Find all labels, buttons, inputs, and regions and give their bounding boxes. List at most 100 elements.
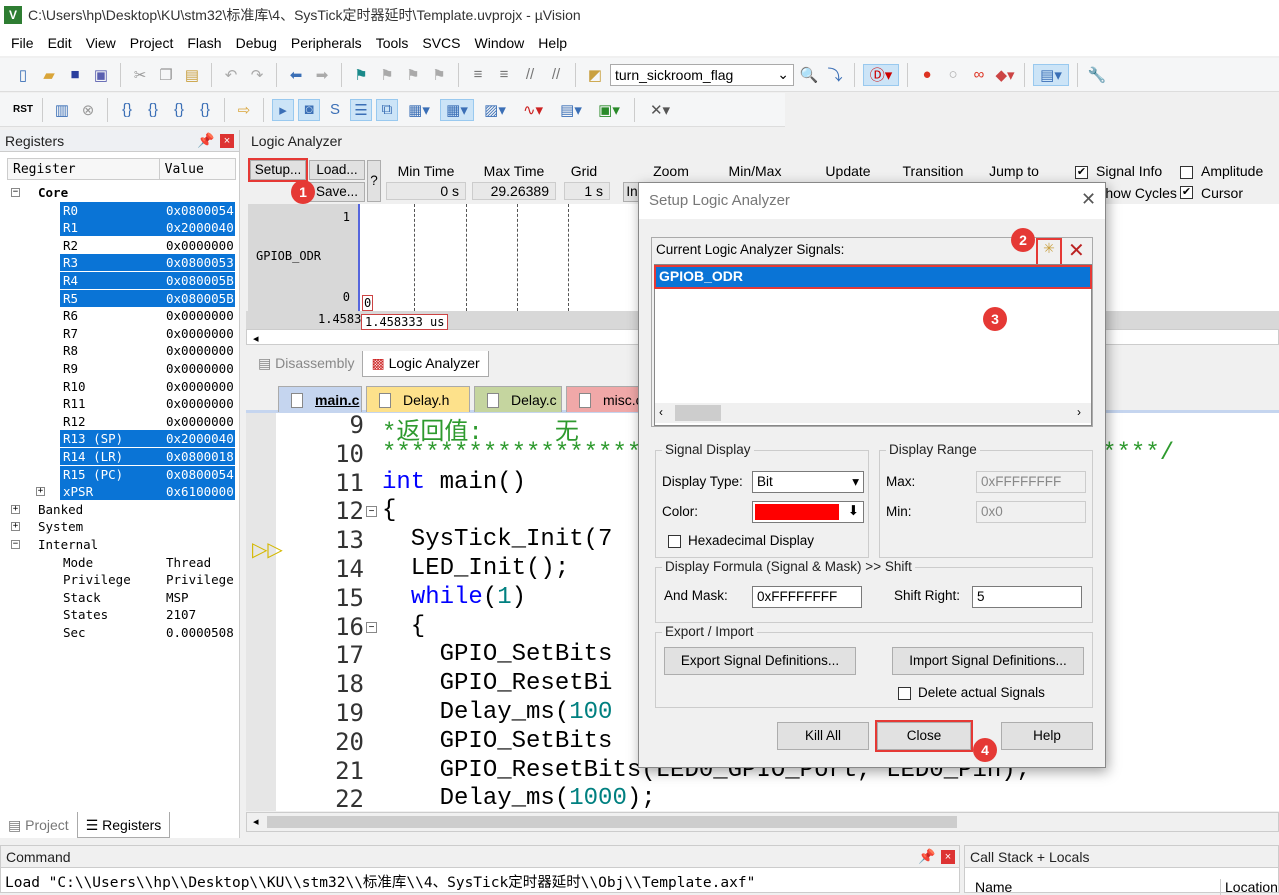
disable-breakpoint-icon[interactable]: ○ [942,64,964,86]
menu-flash[interactable]: Flash [180,35,228,51]
new-file-icon[interactable]: ▯ [12,64,34,86]
redo-icon[interactable]: ↷ [246,64,268,86]
register-row[interactable]: R10 0x0000000 [0,378,235,395]
breakpoint-icon[interactable]: ● [916,64,938,86]
menu-debug[interactable]: Debug [229,35,284,51]
cursor-checkbox[interactable]: ✔ [1180,186,1193,199]
watch-windows-icon[interactable]: ▦▾ [402,99,436,121]
register-value[interactable]: 0x0000000 [166,360,234,377]
register-value[interactable]: 0x6100000 [166,483,234,500]
scroll-right-icon[interactable]: › [1077,405,1081,419]
command-window-icon[interactable]: ▸ [272,98,294,121]
save-all-icon[interactable]: ▣ [90,64,112,86]
debug-session-icon[interactable]: Ⓓ▾ [863,63,899,86]
color-picker[interactable]: ⬇ [752,501,864,523]
scroll-thumb[interactable] [267,816,957,828]
tree-node-core[interactable]: Core [0,184,235,201]
scroll-left-icon[interactable]: ◂ [247,333,259,345]
setup-button[interactable]: Setup... [248,158,308,182]
register-value[interactable]: 0x2000040 [166,430,234,447]
code-line[interactable]: LED_Init(); [382,555,569,582]
help-button[interactable]: Help [1001,722,1093,750]
help-button[interactable]: ? [367,160,381,202]
configure-icon[interactable]: 🔧 [1086,64,1108,86]
command-output[interactable]: Load "C:\\Users\\hp\\Desktop\\KU\\stm32\… [1,868,959,895]
column-register[interactable]: Register [8,159,160,179]
signals-horizontal-scrollbar[interactable]: ‹ › [655,403,1091,423]
fold-icon[interactable]: − [366,506,377,518]
comment-icon[interactable]: // [519,64,541,86]
code-line[interactable]: SysTick_Init(7 [382,526,613,553]
tab-project[interactable]: ▤ Project [0,812,77,838]
tab-logic-analyzer[interactable]: ▩ Logic Analyzer [362,351,489,377]
prev-bookmark-icon[interactable]: ⚑ [376,64,398,86]
register-value[interactable]: 0x080005B [166,272,234,289]
register-row[interactable]: R4 0x080005B [0,272,235,289]
code-line[interactable]: GPIO_SetBits [382,728,613,755]
register-row[interactable]: R2 0x0000000 [0,237,235,254]
register-value[interactable]: 0x0000000 [166,378,234,395]
reset-icon[interactable]: RST [12,99,34,121]
register-value[interactable]: 0x0000000 [166,307,234,324]
run-to-cursor-icon[interactable]: {} [194,99,216,121]
signal-item[interactable]: GPIOB_ODR [654,265,1092,289]
menu-project[interactable]: Project [123,35,181,51]
paste-icon[interactable]: ▤ [181,64,203,86]
registers-window-icon[interactable]: ☰ [350,98,372,121]
open-icon[interactable]: ▰ [38,64,60,86]
code-line[interactable]: { [382,497,396,524]
fold-icon[interactable]: − [366,621,377,633]
register-row[interactable]: R15 (PC) 0x0800054 [0,465,235,483]
menu-svcs[interactable]: SVCS [415,35,467,51]
register-row[interactable]: R5 0x080005B [0,289,235,307]
menu-edit[interactable]: Edit [41,35,79,51]
code-line[interactable]: Delay_ms(1000); [382,785,656,812]
menu-file[interactable]: File [4,35,41,51]
kill-all-button[interactable]: Kill All [777,722,869,750]
register-value[interactable]: 0x0000000 [166,325,234,342]
window-layout-icon[interactable]: ▤▾ [1033,63,1069,86]
load-button[interactable]: Load... [309,160,365,180]
register-row[interactable]: R6 0x0000000 [0,307,235,324]
display-type-select[interactable]: Bit ▾ [752,471,864,493]
register-row[interactable]: R3 0x0800053 [0,254,235,272]
signal-info-checkbox[interactable]: ✔ [1075,166,1088,179]
register-row[interactable]: R1 0x2000040 [0,219,235,237]
min-field[interactable]: 0x0 [976,501,1086,523]
code-line[interactable]: while(1) [382,584,526,611]
register-value[interactable]: 0x0800054 [166,202,234,219]
unindent-icon[interactable]: ≡ [493,64,515,86]
register-row[interactable]: R14 (LR) 0x0800018 [0,448,235,465]
max-field[interactable]: 0xFFFFFFFF [976,471,1086,493]
next-bookmark-icon[interactable]: ⚑ [402,64,424,86]
close-icon[interactable]: × [941,849,955,864]
bookmark-icon[interactable]: ⚑ [350,64,372,86]
internal-row[interactable]: Stack MSP [0,589,235,606]
analysis-windows-icon[interactable]: ∿▾ [516,99,550,121]
register-row[interactable]: R12 0x0000000 [0,413,235,430]
tab-Delay-h[interactable]: Delay.h [366,386,470,412]
code-line[interactable]: { [382,613,425,640]
register-row[interactable]: R0 0x0800054 [0,201,235,219]
tab-registers[interactable]: ☰ Registers [76,812,171,838]
show-next-statement-icon[interactable]: ⇨ [233,99,255,121]
find-in-files-icon[interactable]: ◩ [584,64,606,86]
uncomment-icon[interactable]: // [545,64,567,86]
scroll-left-icon[interactable]: ◂ [247,816,259,828]
indent-icon[interactable]: ≡ [467,64,489,86]
code-line[interactable]: GPIO_ResetBi [382,670,613,697]
signal-name-area[interactable]: 1 GPIOB_ODR 0 [248,204,358,311]
tab-Delay-c[interactable]: Delay.c [474,386,562,412]
forward-icon[interactable]: ➡ [311,64,333,86]
pin-icon[interactable]: 📌 [197,132,214,149]
amplitude-checkbox[interactable] [1180,166,1193,179]
register-value[interactable]: 0x0800053 [166,254,234,271]
clear-bookmarks-icon[interactable]: ⚑ [428,64,450,86]
menu-view[interactable]: View [79,35,123,51]
pin-icon[interactable]: 📌 [918,848,935,865]
menu-tools[interactable]: Tools [369,35,416,51]
delete-signal-icon[interactable]: ✕ [1068,238,1085,263]
tree-node-banked[interactable]: + Banked [0,501,235,518]
symbols-window-icon[interactable]: S [324,99,346,121]
save-icon[interactable]: ■ [64,64,86,86]
